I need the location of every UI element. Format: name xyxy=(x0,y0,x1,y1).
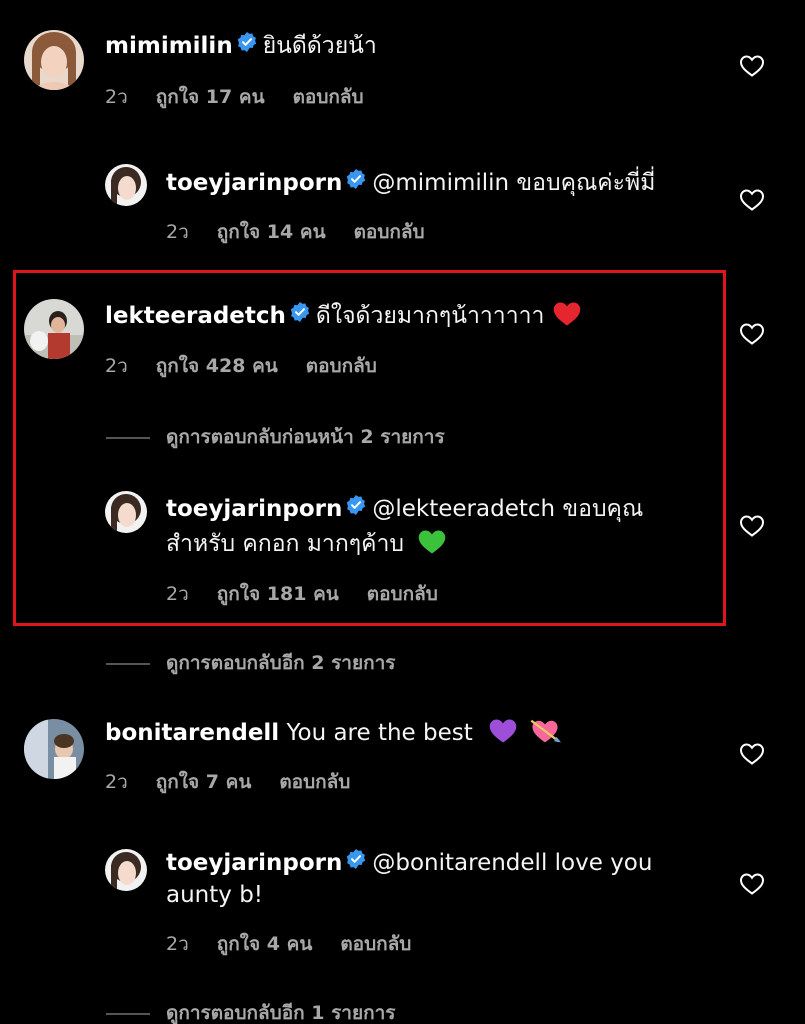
heart-outline-icon[interactable] xyxy=(739,322,765,346)
view-more-replies[interactable]: ดูการตอบกลับอีก 1 รายการ xyxy=(106,998,395,1024)
purple-heart-emoji xyxy=(489,718,517,743)
heart-outline-icon[interactable] xyxy=(739,188,765,212)
heart-outline-icon[interactable] xyxy=(739,54,765,78)
comment-text: ขอบคุณ xyxy=(555,496,644,522)
username[interactable]: bonitarendell xyxy=(105,720,279,746)
like-count[interactable]: ถูกใจ 4 คน xyxy=(217,933,313,955)
comment-line: mimimilin ยินดีด้วยน้า xyxy=(105,30,377,63)
comment-meta: 2ว ถูกใจ 14 คน ตอบกลับ xyxy=(166,217,453,247)
reply-button[interactable]: ตอบกลับ xyxy=(293,86,364,108)
username[interactable]: toeyjarinporn xyxy=(166,170,342,196)
verified-badge-icon xyxy=(346,166,366,198)
mention-link[interactable]: @bonitarendell xyxy=(372,850,547,876)
comment-line: toeyjarinporn @bonitarendell love you xyxy=(166,847,652,880)
heart-outline-icon[interactable] xyxy=(739,742,765,766)
comment-line-2: สำหรับ คกอก มากๆค้าบ xyxy=(166,528,447,560)
reply-button[interactable]: ตอบกลับ xyxy=(367,583,438,605)
view-previous-replies[interactable]: ดูการตอบกลับก่อนหน้า 2 รายการ xyxy=(106,422,445,452)
reply-button[interactable]: ตอบกลับ xyxy=(354,221,425,243)
comment-text: ดีใจด้วยมากๆน้าาาาาา xyxy=(315,303,545,329)
comment-text: love you xyxy=(547,850,653,876)
username[interactable]: toeyjarinporn xyxy=(166,496,342,522)
mention-link[interactable]: @mimimilin xyxy=(372,170,509,196)
comment-meta: 2ว ถูกใจ 17 คน ตอบกลับ xyxy=(105,82,392,112)
timestamp: 2ว xyxy=(166,583,189,605)
timestamp: 2ว xyxy=(105,86,128,108)
verified-badge-icon xyxy=(346,846,366,878)
avatar[interactable] xyxy=(105,849,147,891)
comments-page: mimimilin ยินดีด้วยน้า 2ว ถูกใจ 17 คน ตอบกล… xyxy=(0,0,805,1024)
username[interactable]: lekteeradetch xyxy=(105,303,286,329)
comment-meta: 2ว ถูกใจ 181 คน ตอบกลับ xyxy=(166,579,466,609)
like-count[interactable]: ถูกใจ 428 คน xyxy=(156,355,278,377)
comment-line: bonitarendell You are the best xyxy=(105,717,562,749)
reply-button[interactable]: ตอบกลับ xyxy=(279,771,350,793)
timestamp: 2ว xyxy=(105,771,128,793)
username[interactable]: toeyjarinporn xyxy=(166,850,342,876)
comment-line: toeyjarinporn @lekteeradetch ขอบคุณ xyxy=(166,493,643,526)
comment-text: aunty b! xyxy=(166,882,264,908)
view-replies-label[interactable]: ดูการตอบกลับอีก 2 รายการ xyxy=(166,652,395,674)
red-heart-emoji xyxy=(553,301,581,326)
avatar[interactable] xyxy=(24,299,84,359)
comment-text: You are the best xyxy=(286,720,473,746)
view-replies-label[interactable]: ดูการตอบกลับอีก 1 รายการ xyxy=(166,1002,395,1024)
heart-outline-icon[interactable] xyxy=(739,872,765,896)
like-count[interactable]: ถูกใจ 17 คน xyxy=(156,86,265,108)
green-heart-emoji xyxy=(419,529,446,554)
timestamp: 2ว xyxy=(166,221,189,243)
like-count[interactable]: ถูกใจ 14 คน xyxy=(217,221,326,243)
comment-line: lekteeradetch ดีใจด้วยมากๆน้าาาาาา xyxy=(105,300,582,333)
avatar[interactable] xyxy=(105,491,147,533)
comment-line: toeyjarinporn @mimimilin ขอบคุณค่ะพี่มี่ xyxy=(166,167,655,200)
timestamp: 2ว xyxy=(105,355,128,377)
view-replies-label[interactable]: ดูการตอบกลับก่อนหน้า 2 รายการ xyxy=(166,426,445,448)
comment-line-2: aunty b! xyxy=(166,879,263,911)
reply-button[interactable]: ตอบกลับ xyxy=(306,355,377,377)
like-count[interactable]: ถูกใจ 7 คน xyxy=(156,771,252,793)
comment-meta: 2ว ถูกใจ 4 คน ตอบกลับ xyxy=(166,929,439,959)
avatar[interactable] xyxy=(105,164,147,206)
heart-with-arrow-emoji xyxy=(531,719,562,742)
comment-text: ยินดีด้วยน้า xyxy=(262,33,377,59)
comment-text: สำหรับ คกอก มากๆค้าบ xyxy=(166,531,404,557)
avatar[interactable] xyxy=(24,719,84,779)
verified-badge-icon xyxy=(237,29,257,61)
avatar[interactable] xyxy=(24,30,84,90)
timestamp: 2ว xyxy=(166,933,189,955)
heart-outline-icon[interactable] xyxy=(739,514,765,538)
comment-meta: 2ว ถูกใจ 7 คน ตอบกลับ xyxy=(105,767,378,797)
comment-text: ขอบคุณค่ะพี่มี่ xyxy=(509,170,656,196)
like-count[interactable]: ถูกใจ 181 คน xyxy=(217,583,339,605)
divider xyxy=(106,662,150,665)
reply-button[interactable]: ตอบกลับ xyxy=(340,933,411,955)
verified-badge-icon xyxy=(346,492,366,524)
divider xyxy=(106,1012,150,1015)
comment-meta: 2ว ถูกใจ 428 คน ตอบกลับ xyxy=(105,351,405,381)
verified-badge-icon xyxy=(290,299,310,331)
divider xyxy=(106,436,150,439)
view-more-replies[interactable]: ดูการตอบกลับอีก 2 รายการ xyxy=(106,648,395,678)
mention-link[interactable]: @lekteeradetch xyxy=(372,496,555,522)
username[interactable]: mimimilin xyxy=(105,33,233,59)
